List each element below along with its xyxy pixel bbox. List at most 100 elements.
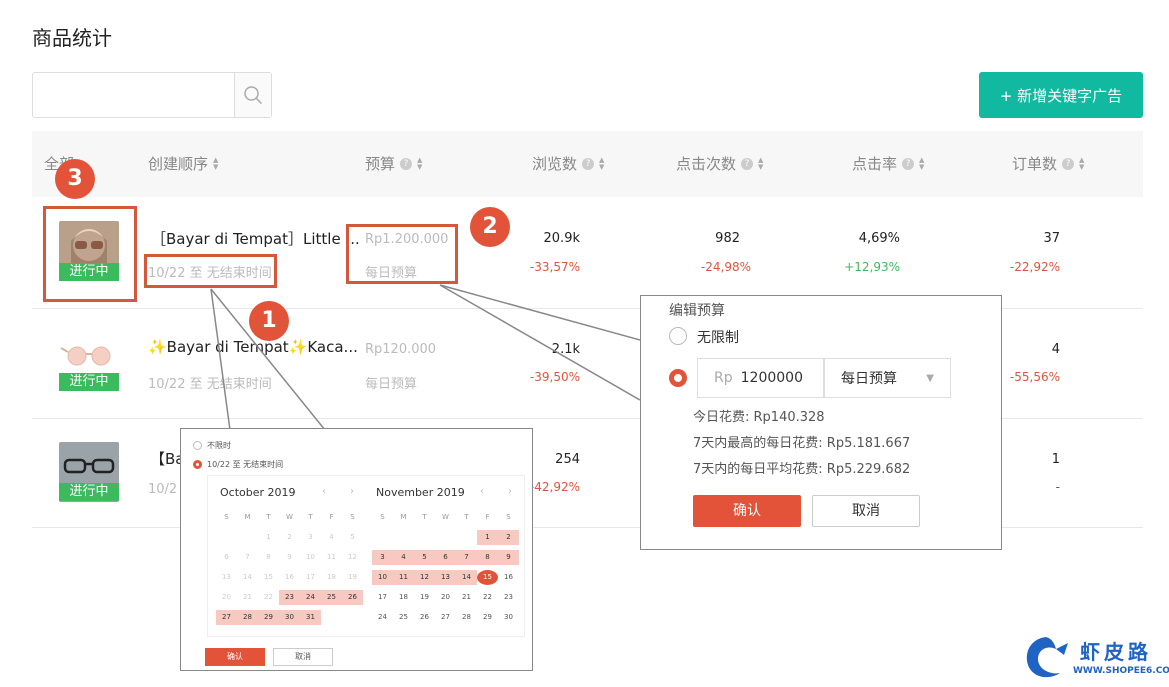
calendar-day[interactable]: 23 [279,590,300,605]
calendar-day[interactable]: 5 [342,530,363,545]
calendar-day[interactable]: 30 [279,610,300,625]
callout-badge-2: 2 [470,207,510,247]
calendar-day[interactable]: 6 [435,550,456,565]
calendar-day[interactable]: 14 [456,570,477,585]
radio-icon [193,441,202,450]
calendar-day[interactable]: 2 [498,530,519,545]
calendar-empty-cell [372,530,393,545]
calendar-day[interactable]: 16 [498,570,519,585]
calendar-day[interactable]: 9 [498,550,519,565]
calendar-day[interactable]: 9 [279,550,300,565]
calendar-day[interactable]: 22 [477,590,498,605]
calendar-day[interactable]: 26 [342,590,363,605]
calendar-day[interactable]: 21 [456,590,477,605]
calendar-day[interactable]: 27 [435,610,456,625]
calendar-day[interactable]: 5 [414,550,435,565]
calendar-day[interactable]: 31 [300,610,321,625]
calendar-day[interactable]: 7 [237,550,258,565]
calendar-day[interactable]: 10 [372,570,393,585]
calendar-day[interactable]: 8 [258,550,279,565]
calendar-day[interactable]: 18 [393,590,414,605]
calendar-day[interactable]: 13 [435,570,456,585]
calendar-day[interactable]: 20 [435,590,456,605]
weekday-label: S [506,513,511,521]
callout-badge-3: 3 [55,159,95,199]
calendar-day[interactable]: 4 [393,550,414,565]
calendar-day[interactable]: 1 [258,530,279,545]
calendar-day[interactable]: 13 [216,570,237,585]
weekday-label: W [286,513,293,521]
budget-amount-input[interactable]: Rp 1200000 [697,358,824,398]
calendar-day[interactable]: 3 [372,550,393,565]
date-cancel-button[interactable]: 取消 [273,648,333,666]
option-range[interactable]: 10/22 至 无结束时间 [193,459,283,470]
budget-type-select[interactable]: 每日预算 ▼ [824,358,951,398]
calendar-day[interactable]: 12 [342,550,363,565]
calendar-day[interactable]: 11 [393,570,414,585]
calendar-day[interactable]: 28 [237,610,258,625]
calendar-day[interactable]: 3 [300,530,321,545]
calendar-day[interactable]: 21 [237,590,258,605]
callout-badge-1: 1 [249,301,289,341]
calendar-day[interactable]: 26 [414,610,435,625]
calendar-day[interactable]: 1 [477,530,498,545]
calendar-day[interactable]: 29 [258,610,279,625]
calendar-day[interactable]: 19 [342,570,363,585]
confirm-button[interactable]: 确认 [693,495,801,527]
radio-unlimited[interactable] [669,327,687,345]
calendar-day[interactable]: 27 [216,610,237,625]
calendar-day[interactable]: 14 [237,570,258,585]
calendar-day[interactable]: 25 [321,590,342,605]
calendar-day[interactable]: 25 [393,610,414,625]
avg-daily-spend: 7天内的每日平均花费: Rp5.229.682 [693,462,911,477]
weekday-label: T [266,513,271,521]
calendar-day[interactable]: 12 [414,570,435,585]
radio-budget[interactable] [669,369,687,387]
unlimited-label: 无限制 [697,330,739,346]
next-month-icon[interactable]: › [350,486,354,497]
weekday-label: M [244,513,251,521]
highlight-date [144,254,277,288]
weekday-label: F [329,513,334,521]
calendar-day[interactable]: 4 [321,530,342,545]
calendar-day[interactable]: 15 [258,570,279,585]
weekday-label: T [308,513,313,521]
prev-month-icon[interactable]: ‹ [322,486,326,497]
date-picker-panel: 不限时 10/22 至 无结束时间 October 2019 ‹ › S M T W T… [180,428,533,671]
weekday-label: F [485,513,490,521]
calendar-day[interactable]: 7 [456,550,477,565]
calendar-day[interactable]: 22 [258,590,279,605]
option-unlimited[interactable]: 不限时 [193,440,231,451]
calendar-day[interactable]: 11 [321,550,342,565]
calendar-day[interactable]: 10 [300,550,321,565]
calendar-day[interactable]: 24 [300,590,321,605]
calendar-day[interactable]: 20 [216,590,237,605]
calendar-day[interactable]: 16 [279,570,300,585]
calendar-day[interactable]: 17 [300,570,321,585]
calendar-day[interactable]: 19 [414,590,435,605]
calendar-day[interactable]: 23 [498,590,519,605]
prev-month-icon[interactable]: ‹ [480,486,484,497]
calendar-empty-cell [393,530,414,545]
calendar-day[interactable]: 2 [279,530,300,545]
calendar-empty-cell [216,530,237,545]
calendar-day[interactable]: 28 [456,610,477,625]
calendar-day[interactable]: 24 [372,610,393,625]
calendar-day[interactable]: 6 [216,550,237,565]
currency-prefix: Rp [714,370,733,386]
calendar-day[interactable]: 15 [477,570,498,585]
watermark-text: 虾皮路 [1080,640,1152,664]
calendar-day[interactable]: 18 [321,570,342,585]
budget-editor-title: 编辑预算 [669,303,725,319]
cancel-button[interactable]: 取消 [812,495,920,527]
calendar-day[interactable]: 30 [498,610,519,625]
date-confirm-button[interactable]: 确认 [205,648,265,666]
today-spend: 今日花费: Rp140.328 [693,410,825,425]
calendar-day[interactable]: 29 [477,610,498,625]
next-month-icon[interactable]: › [508,486,512,497]
calendar-day[interactable]: 8 [477,550,498,565]
calendar-day[interactable]: 17 [372,590,393,605]
weekday-label: T [464,513,469,521]
radio-icon [193,460,202,469]
max-daily-spend: 7天内最高的每日花费: Rp5.181.667 [693,436,911,451]
